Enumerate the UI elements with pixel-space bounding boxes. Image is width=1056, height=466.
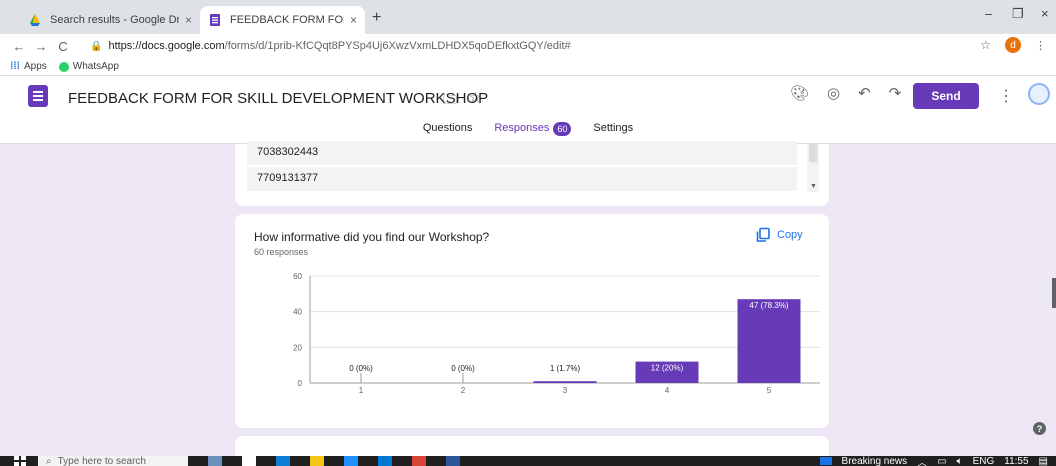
clock-time[interactable]: 11:55: [1004, 456, 1028, 466]
help-icon[interactable]: ?: [1033, 422, 1046, 435]
mail-icon[interactable]: [344, 456, 358, 466]
news-icon[interactable]: [819, 457, 832, 465]
side-panel-handle[interactable]: [1052, 278, 1056, 308]
new-tab-button[interactable]: +: [372, 9, 381, 27]
x-tick-label: 1: [359, 386, 364, 395]
language-indicator[interactable]: ENG: [973, 456, 995, 466]
file-explorer-icon[interactable]: [310, 456, 324, 466]
x-tick-label: 2: [461, 386, 466, 395]
whatsapp-icon: [58, 61, 69, 72]
response-item: 7038302443: [247, 141, 797, 165]
url-input[interactable]: 🔒 https://docs.google.com /forms/d/1prib…: [90, 36, 960, 56]
minimize-icon[interactable]: –: [985, 6, 992, 21]
y-tick-label: 40: [293, 308, 302, 317]
google-forms-icon: [210, 14, 220, 26]
bar-chart: 0 20 40 60 0 (0%) 1 0 (0%) 2 1 (1.7%) 3 12 (20%) 4 4…: [293, 272, 820, 395]
preview-eye-icon[interactable]: ◎: [827, 84, 840, 102]
more-options-icon[interactable]: ⋮: [998, 86, 1014, 106]
google-forms-logo-icon[interactable]: [28, 85, 48, 107]
undo-icon[interactable]: ↶: [858, 84, 871, 102]
x-tick-label: 5: [767, 386, 772, 395]
send-button[interactable]: Send: [913, 83, 979, 109]
y-tick-label: 20: [293, 343, 302, 352]
data-label: 0 (0%): [451, 364, 475, 373]
data-label: 47 (78.3%): [749, 301, 788, 310]
y-tick-label: 0: [298, 379, 303, 388]
task-view-icon[interactable]: [242, 456, 256, 466]
scrollbar-thumb[interactable]: [809, 144, 817, 162]
news-label[interactable]: Breaking news: [842, 456, 908, 466]
chrome-menu-icon[interactable]: ⋮: [1035, 39, 1046, 52]
notification-icon[interactable]: ▤: [1039, 456, 1048, 466]
google-drive-icon: [30, 14, 40, 26]
responses-count-badge: 60: [553, 122, 572, 136]
bookmark-whatsapp[interactable]: WhatsApp: [58, 61, 119, 72]
profile-avatar[interactable]: d: [1005, 37, 1021, 53]
data-label: 0 (0%): [349, 364, 373, 373]
forward-icon[interactable]: →: [30, 39, 52, 54]
star-icon[interactable]: ☆: [469, 89, 482, 113]
redo-icon[interactable]: ↷: [889, 84, 902, 102]
tab-label: Questions: [422, 122, 473, 134]
question-summary-card: How informative did you find our Worksho…: [235, 214, 829, 428]
url-host: https://docs.google.com: [108, 40, 225, 52]
response-list-scrollbar[interactable]: ▼: [807, 144, 819, 192]
back-icon[interactable]: ←: [8, 39, 30, 54]
search-placeholder: Type here to search: [57, 456, 146, 466]
bookmark-apps[interactable]: ⁞⁞⁞ Apps: [10, 61, 47, 72]
cortana-icon[interactable]: [208, 456, 222, 466]
taskbar-search-input[interactable]: ⌕ Type here to search: [38, 456, 188, 466]
folder-icon[interactable]: 🗀: [443, 89, 457, 113]
search-icon: ⌕: [46, 456, 52, 466]
account-avatar[interactable]: [1028, 83, 1050, 105]
tab-google-drive[interactable]: Search results - Google Drive ×: [20, 6, 200, 34]
windows-taskbar: ⌕ Type here to search Breaking news ︿ ▭ …: [0, 456, 1056, 466]
bookmark-label: WhatsApp: [72, 61, 119, 72]
close-icon[interactable]: ×: [350, 13, 357, 27]
windows-start-icon[interactable]: [14, 456, 26, 466]
address-bar: ← → C 🔒 https://docs.google.com /forms/d…: [0, 34, 1056, 58]
form-title[interactable]: FEEDBACK FORM FOR SKILL DEVELOPMENT WORK…: [68, 90, 488, 107]
lock-icon: 🔒: [90, 40, 103, 52]
chevron-up-icon[interactable]: ︿: [917, 456, 927, 466]
scroll-down-icon[interactable]: ▼: [810, 183, 817, 190]
previous-question-card: 7038302443 7709131377 ▼: [235, 141, 829, 206]
star-icon[interactable]: ☆: [980, 38, 991, 52]
response-item: 7709131377: [247, 167, 797, 191]
next-question-card: [235, 436, 829, 456]
close-window-icon[interactable]: ×: [1041, 6, 1049, 21]
url-path: /forms/d/1prib-KfCQqt8PYSp4Uj6XwzVxmLDHD…: [224, 40, 571, 52]
chrome-icon[interactable]: [412, 456, 426, 466]
edge-icon[interactable]: [276, 456, 290, 466]
browser-tab-strip: Search results - Google Drive × FEEDBACK…: [0, 0, 1056, 34]
restore-icon[interactable]: ❐: [1012, 6, 1024, 22]
tab-title: FEEDBACK FORM FOR SKILL DEV: [230, 14, 344, 26]
palette-icon[interactable]: 🎨︎: [790, 84, 809, 102]
y-tick-label: 60: [293, 272, 302, 281]
data-label: 12 (20%): [651, 364, 684, 373]
word-icon[interactable]: [446, 456, 460, 466]
bookmark-label: Apps: [24, 61, 47, 72]
apps-grid-icon: ⁞⁞⁞: [10, 61, 20, 72]
close-icon[interactable]: ×: [185, 13, 192, 27]
tab-feedback-form[interactable]: FEEDBACK FORM FOR SKILL DEV ×: [200, 6, 365, 34]
bookmarks-bar: ⁞⁞⁞ Apps WhatsApp: [0, 58, 1056, 76]
volume-icon[interactable]: 🔈︎: [957, 456, 963, 466]
x-tick-label: 3: [563, 386, 568, 395]
reload-icon[interactable]: C: [52, 39, 74, 54]
data-label: 1 (1.7%): [550, 364, 581, 373]
bar: [533, 381, 597, 383]
tab-label: Settings: [593, 122, 634, 134]
store-icon[interactable]: [378, 456, 392, 466]
forms-header: FEEDBACK FORM FOR SKILL DEVELOPMENT WORK…: [0, 76, 1056, 144]
tab-label: Responses: [494, 122, 550, 134]
x-tick-label: 4: [665, 386, 670, 395]
battery-icon[interactable]: ▭: [937, 456, 946, 466]
tab-title: Search results - Google Drive: [50, 14, 179, 26]
bar: [737, 299, 801, 383]
